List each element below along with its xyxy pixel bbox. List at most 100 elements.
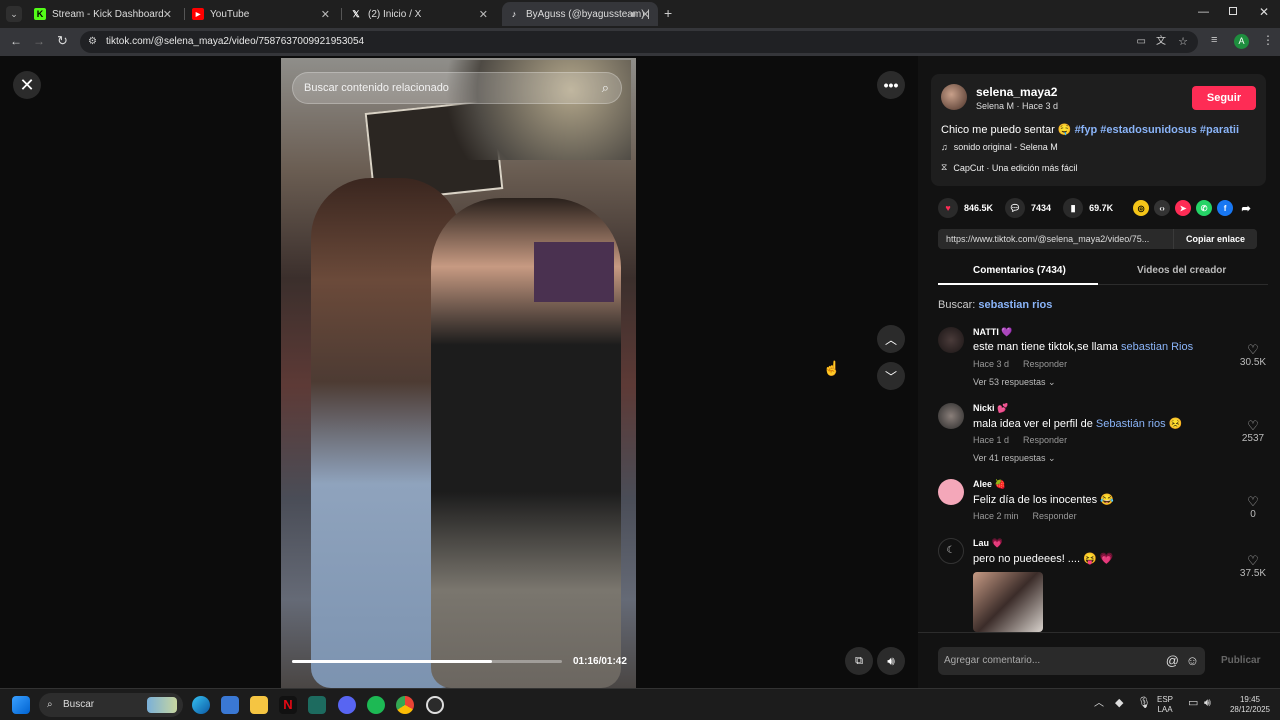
whatsapp-icon[interactable]: ✆ — [1196, 200, 1213, 216]
reload-icon[interactable]: ↻ — [57, 33, 68, 49]
previous-video-button[interactable]: ︿ — [877, 325, 905, 353]
back-icon[interactable]: ← — [10, 34, 22, 48]
reply-button[interactable]: Responder — [1023, 435, 1067, 445]
tab-creator-videos[interactable]: Videos del creador — [1137, 265, 1226, 276]
comment-search-link[interactable]: Sebastián rios — [1096, 418, 1166, 430]
comment-input[interactable]: Agregar comentario... @ ☺ — [938, 647, 1205, 675]
bookmark-star-icon[interactable]: ☆ — [1178, 31, 1188, 53]
like-button[interactable]: ♥ 846.5K — [938, 198, 993, 218]
minimize-button[interactable]: — — [1198, 6, 1209, 18]
sound-link[interactable]: ♫ sonido original - Selena M — [941, 142, 1058, 152]
comment-search-suggestion[interactable]: Buscar: sebastian rios — [938, 299, 1052, 311]
commenter-avatar[interactable] — [938, 403, 964, 429]
comment-like-button[interactable]: ♡ 30.5K — [1238, 343, 1268, 369]
tab-x[interactable]: 𝕏 (2) Inicio / X ✕ — [344, 2, 496, 26]
search-icon[interactable]: ⌕ — [602, 73, 609, 103]
edge-icon[interactable] — [192, 696, 210, 714]
comment-like-button[interactable]: ♡ 37.5K — [1238, 554, 1268, 580]
share-arrow-icon[interactable]: ➦ — [1238, 200, 1254, 216]
restore-button[interactable] — [1229, 7, 1237, 15]
hashtag-link[interactable]: #paratii — [1200, 124, 1239, 136]
more-options-button[interactable]: ••• — [877, 71, 905, 99]
cast-icon[interactable]: ▭ — [1137, 31, 1146, 53]
commenter-name[interactable]: Lau 💗 — [973, 538, 1003, 549]
tab-kick[interactable]: K Stream - Kick Dashboard ✕ — [28, 2, 180, 26]
close-tab-icon[interactable]: ✕ — [321, 8, 330, 21]
discord-icon[interactable] — [338, 696, 356, 714]
hashtag-link[interactable]: #fyp — [1075, 124, 1098, 136]
related-search-input[interactable]: Buscar contenido relacionado ⌕ — [292, 72, 622, 104]
site-info-icon[interactable]: ⚙ — [88, 31, 97, 53]
facebook-icon[interactable]: f — [1217, 200, 1234, 216]
tab-comments[interactable]: Comentarios (7434) — [973, 265, 1066, 276]
reading-list-icon[interactable]: ≡ — [1211, 34, 1217, 46]
microphone-icon[interactable]: 🎙︎ — [1137, 698, 1151, 709]
language-indicator[interactable]: ESP LAA — [1157, 695, 1173, 715]
close-tab-icon[interactable]: ✕ — [641, 8, 650, 21]
close-tab-icon[interactable]: ✕ — [479, 8, 488, 21]
speaker-icon[interactable]: 🔊︎ — [630, 9, 636, 20]
forward-icon[interactable]: → — [33, 34, 45, 48]
network-icon[interactable]: ▭ — [1188, 698, 1198, 709]
embed-icon[interactable]: ‹› — [1154, 200, 1171, 216]
commenter-name[interactable]: Nicki 💕 — [973, 403, 1008, 414]
search-query[interactable]: sebastian rios — [978, 299, 1052, 311]
commenter-name[interactable]: NATTI 💜 — [973, 327, 1013, 338]
commenter-name[interactable]: Alee 🍓 — [973, 479, 1006, 490]
comment-like-button[interactable]: ♡ 0 — [1238, 495, 1268, 521]
commenter-avatar[interactable] — [938, 479, 964, 505]
browser-menu-icon[interactable]: ⋮ — [1262, 33, 1274, 47]
comment-image[interactable] — [973, 572, 1043, 632]
view-replies-button[interactable]: Ver 41 respuestas ⌄ — [973, 453, 1056, 464]
profile-avatar[interactable]: A — [1234, 34, 1249, 49]
clock[interactable]: 19:45 28/12/2025 — [1226, 695, 1274, 715]
comment-search-link[interactable]: sebastian Rios — [1121, 341, 1193, 353]
file-explorer-icon[interactable] — [250, 696, 268, 714]
store-icon[interactable] — [221, 696, 239, 714]
hashtag-link[interactable]: #estadosunidosus — [1100, 124, 1197, 136]
video-progress-bar[interactable] — [292, 660, 562, 663]
video-player[interactable]: Buscar contenido relacionado ⌕ 01:16/01:… — [281, 58, 636, 688]
new-tab-button[interactable]: + — [664, 5, 672, 21]
save-button[interactable]: ▮ 69.7K — [1063, 198, 1113, 218]
commenter-avatar[interactable]: ☾ — [938, 538, 964, 564]
author-username[interactable]: selena_maya2 — [976, 85, 1057, 99]
tray-overflow-icon[interactable]: ︿ — [1094, 699, 1104, 709]
tray-app-icon[interactable]: ◆ — [1115, 698, 1123, 709]
volume-button[interactable]: 🔊︎ — [877, 647, 905, 675]
send-icon[interactable]: ➤ — [1175, 200, 1192, 216]
commenter-avatar[interactable] — [938, 327, 964, 353]
mention-icon[interactable]: @ — [1166, 647, 1179, 675]
comment-like-button[interactable]: ♡ 2537 — [1238, 419, 1268, 445]
next-video-button[interactable]: ﹀ — [877, 362, 905, 390]
emoji-icon[interactable]: ☺ — [1186, 647, 1199, 675]
comment-button[interactable]: 💬︎ 7434 — [1005, 198, 1051, 218]
floating-player-button[interactable]: ⧉ — [845, 647, 873, 675]
taskbar-search[interactable]: ⌕ Buscar — [39, 693, 183, 717]
volume-tray-icon[interactable]: 🔊︎ — [1204, 698, 1211, 709]
spotify-icon[interactable] — [367, 696, 385, 714]
author-avatar[interactable] — [941, 84, 967, 110]
windows-start-icon[interactable] — [12, 696, 30, 714]
close-video-button[interactable]: ✕ — [13, 71, 41, 99]
reply-button[interactable]: Responder — [1033, 511, 1077, 521]
close-tab-icon[interactable]: ✕ — [163, 8, 172, 21]
capcut-link[interactable]: ⧖ CapCut · Una edición más fácil — [941, 162, 1077, 173]
url-field[interactable]: ⚙ tiktok.com/@selena_maya2/video/7587637… — [80, 31, 1198, 53]
share-link-field[interactable]: https://www.tiktok.com/@selena_maya2/vid… — [938, 229, 1257, 249]
tab-tiktok[interactable]: ♪ ByAguss (@byagussteam) | 🔊︎ ✕ — [502, 2, 658, 26]
netflix-icon[interactable]: N — [279, 696, 297, 714]
tab-youtube[interactable]: ▶ YouTube ✕ — [186, 2, 338, 26]
translate-icon[interactable]: 文 — [1156, 31, 1166, 53]
app-icon[interactable] — [308, 696, 326, 714]
copy-link-button[interactable]: Copiar enlace — [1172, 229, 1257, 249]
follow-button[interactable]: Seguir — [1192, 86, 1256, 110]
reply-button[interactable]: Responder — [1023, 359, 1067, 369]
obs-icon[interactable] — [426, 696, 444, 714]
close-window-button[interactable]: ✕ — [1259, 5, 1269, 19]
publish-button[interactable]: Publicar — [1221, 655, 1260, 666]
coin-icon[interactable]: ◎ — [1133, 200, 1150, 216]
tab-search-dropdown[interactable]: ⌄ — [6, 6, 22, 22]
chrome-icon[interactable] — [396, 696, 414, 714]
view-replies-button[interactable]: Ver 53 respuestas ⌄ — [973, 377, 1056, 388]
